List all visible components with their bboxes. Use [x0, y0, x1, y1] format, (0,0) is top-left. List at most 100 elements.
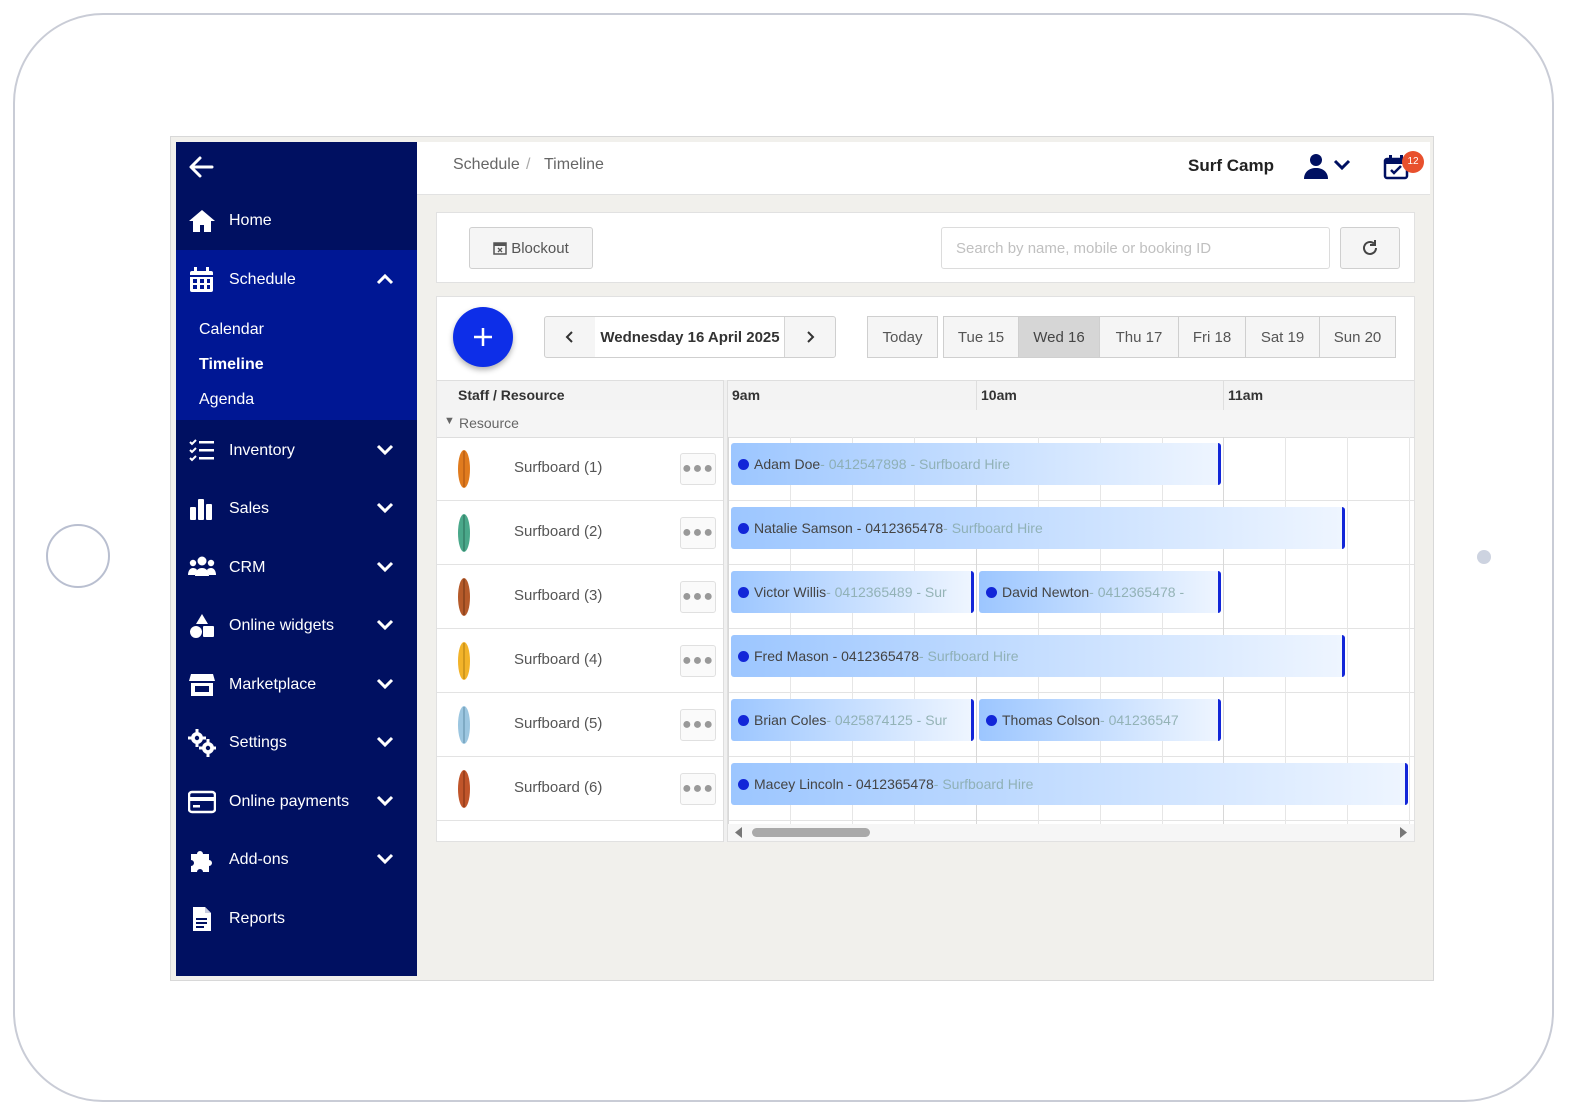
booking-block[interactable]: Brian Coles - 0425874125 - Sur [731, 699, 974, 741]
blockout-label: Blockout [511, 239, 569, 257]
horizontal-scrollbar[interactable] [728, 824, 1414, 841]
sidebar-item-label: Settings [229, 734, 287, 751]
sidebar-item-reports[interactable]: Reports [176, 891, 417, 947]
top-bar: Schedule / Timeline Surf Camp 12 [417, 142, 1430, 195]
current-date[interactable]: Wednesday 16 April 2025 [595, 317, 785, 357]
more-options-button[interactable]: ●●● [680, 581, 716, 613]
booking-block[interactable]: Fred Mason - 0412365478 - Surfboard Hire [731, 635, 1345, 677]
sidebar-item-label: Reports [229, 910, 286, 927]
more-options-button[interactable]: ●●● [680, 709, 716, 741]
sidebar-item-inventory[interactable]: Inventory [176, 423, 417, 479]
scroll-right-icon[interactable] [1398, 827, 1408, 838]
today-button[interactable]: Today [867, 316, 938, 358]
breadcrumb-timeline: Timeline [544, 156, 604, 173]
booking-block[interactable]: David Newton - 0412365478 - [979, 571, 1221, 613]
booking-block[interactable]: Adam Doe - 0412547898 - Surfboard Hire [731, 443, 1221, 485]
scrollbar-thumb[interactable] [752, 828, 870, 837]
day-tab-tue-15[interactable]: Tue 15 [943, 316, 1019, 358]
booking-block[interactable]: Thomas Colson - 041236547 [979, 699, 1221, 741]
tablet-home-button [46, 524, 110, 588]
scroll-left-icon[interactable] [734, 827, 744, 838]
booking-customer: David Newton [1002, 584, 1090, 600]
resource-name: Surfboard (3) [514, 587, 603, 604]
sidebar-sub-agenda[interactable]: Agenda [199, 391, 254, 409]
prev-day-button[interactable] [545, 317, 596, 357]
checklist-icon [189, 439, 214, 462]
ellipsis-icon: ●●● [682, 588, 714, 605]
booking-block[interactable]: Macey Lincoln - 0412365478 - Surfboard H… [731, 763, 1408, 805]
bar-chart-icon [190, 499, 212, 520]
booking-detail: - Surfboard Hire [943, 520, 1043, 536]
ellipsis-icon: ●●● [682, 460, 714, 477]
more-options-button[interactable]: ●●● [680, 773, 716, 805]
booking-block[interactable]: Victor Willis - 0412365489 - Sur [731, 571, 974, 613]
notification-badge: 12 [1402, 151, 1424, 173]
sidebar-item-online-payments[interactable]: Online payments [176, 774, 417, 830]
shapes-icon [190, 614, 214, 638]
booking-customer: Fred Mason - 0412365478 [754, 648, 919, 664]
chevron-down-icon[interactable] [376, 677, 394, 691]
chevron-down-icon[interactable] [376, 501, 394, 515]
day-tab-fri-18[interactable]: Fri 18 [1178, 316, 1246, 358]
search-input[interactable] [941, 227, 1330, 269]
blockout-button[interactable]: Blockout [469, 227, 593, 269]
more-options-button[interactable]: ●●● [680, 517, 716, 549]
surfboard-icon [458, 578, 470, 616]
hour-label-10am: 10am [981, 387, 1017, 403]
sidebar-item-label: Add-ons [229, 851, 289, 868]
sidebar-item-schedule[interactable]: Schedule [176, 252, 417, 308]
sidebar-item-crm[interactable]: CRM [176, 540, 417, 596]
day-tab-thu-17[interactable]: Thu 17 [1099, 316, 1179, 358]
document-icon [193, 907, 211, 931]
booking-status-dot [738, 586, 749, 598]
chevron-down-icon[interactable] [376, 794, 394, 808]
timeline-header-row: Staff / Resource 9am 10am 11am [437, 380, 1414, 411]
breadcrumb-schedule[interactable]: Schedule [453, 156, 520, 174]
sidebar-item-marketplace[interactable]: Marketplace [176, 657, 417, 713]
next-day-button[interactable] [784, 317, 835, 357]
chevron-down-icon[interactable] [376, 852, 394, 866]
booking-detail: - Surfboard Hire [933, 776, 1034, 792]
sidebar-item-settings[interactable]: Settings [176, 715, 417, 771]
refresh-button[interactable] [1340, 227, 1400, 269]
booking-detail: - 0425874125 - Sur [826, 712, 948, 728]
chevron-down-icon[interactable] [376, 443, 394, 457]
booking-status-dot [738, 458, 749, 470]
chevron-up-icon[interactable] [376, 272, 394, 286]
booking-customer: Brian Coles [754, 712, 827, 728]
hour-label-11am: 11am [1228, 387, 1264, 403]
chevron-left-icon [565, 331, 573, 343]
surfboard-icon [458, 642, 470, 680]
sidebar-item-online-widgets[interactable]: Online widgets [176, 598, 417, 654]
chevron-down-icon[interactable] [1333, 158, 1351, 172]
resource-group-label: Resource [459, 415, 519, 431]
day-tab-sat-19[interactable]: Sat 19 [1245, 316, 1320, 358]
sidebar-item-sales[interactable]: Sales [176, 481, 417, 537]
resource-group-row[interactable]: ▼ Resource [437, 410, 723, 438]
user-icon[interactable] [1302, 152, 1330, 180]
chevron-down-icon[interactable] [376, 560, 394, 574]
booking-detail: - 041236547 [1100, 712, 1179, 728]
sidebar-item-home[interactable]: Home [176, 193, 417, 249]
users-icon [188, 556, 216, 576]
booking-status-dot [738, 650, 749, 662]
add-booking-button[interactable] [453, 307, 513, 367]
chevron-down-icon[interactable] [376, 735, 394, 749]
day-tab-sun-20[interactable]: Sun 20 [1319, 316, 1396, 358]
sidebar-item-label: Online payments [229, 793, 350, 810]
resource-name: Surfboard (4) [514, 651, 603, 668]
sidebar-sub-calendar[interactable]: Calendar [199, 321, 264, 339]
grid-line [1409, 437, 1410, 824]
resource-name: Surfboard (2) [514, 523, 603, 540]
booking-block[interactable]: Natalie Samson - 0412365478 - Surfboard … [731, 507, 1345, 549]
chevron-down-icon[interactable] [376, 618, 394, 632]
calendar-x-icon [493, 242, 507, 255]
sidebar-item-add-ons[interactable]: Add-ons [176, 832, 417, 888]
more-options-button[interactable]: ●●● [680, 645, 716, 677]
sidebar-sub-timeline[interactable]: Timeline [199, 356, 264, 374]
back-arrow-icon[interactable] [188, 154, 214, 180]
day-tab-wed-16[interactable]: Wed 16 [1018, 316, 1100, 358]
resource-name: Surfboard (1) [514, 459, 603, 476]
toolbar-panel: Blockout [436, 212, 1415, 283]
more-options-button[interactable]: ●●● [680, 453, 716, 485]
